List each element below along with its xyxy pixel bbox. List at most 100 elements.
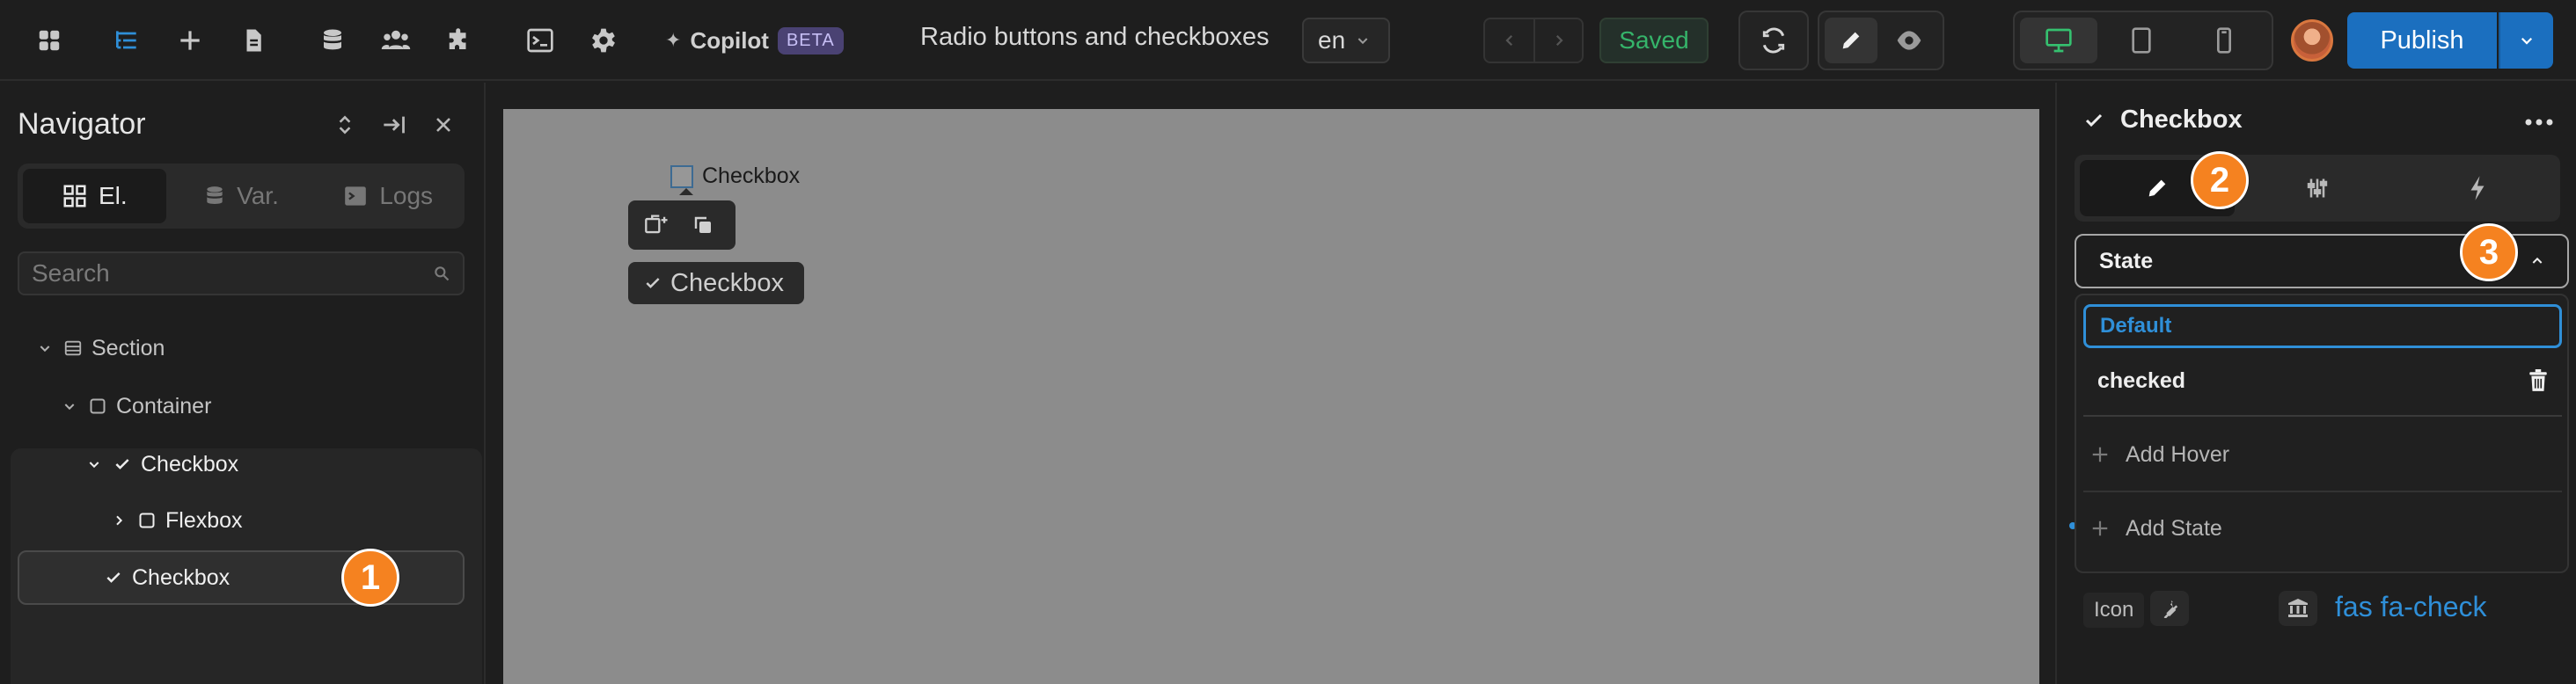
check-icon — [104, 568, 123, 587]
canvas-preview[interactable]: Checkbox Checkbox — [503, 109, 2039, 684]
top-toolbar: ✦ Copilot BETA Radio buttons and checkbo… — [0, 0, 2576, 81]
search-icon — [433, 265, 450, 282]
settings-gear-icon[interactable] — [581, 18, 626, 63]
state-dropdown: Default checked Add Hover Add State — [2075, 294, 2569, 573]
refresh-button[interactable] — [1738, 11, 1809, 70]
navigator-tabs: El. Var. Logs — [18, 164, 465, 229]
tree-item-label: Flexbox — [165, 507, 243, 533]
check-icon — [113, 455, 132, 474]
divider — [2083, 491, 2562, 492]
panel-tabs — [2075, 155, 2560, 222]
forward-arrow-icon[interactable] — [1533, 19, 1582, 62]
navigator-panel: Navigator El. Var. Logs Search Section C… — [0, 83, 486, 684]
tablet-icon[interactable] — [2103, 18, 2180, 63]
structure-tree-icon[interactable] — [104, 18, 150, 63]
element-title: Checkbox — [2120, 106, 2243, 134]
icon-library-icon[interactable] — [2279, 591, 2317, 626]
check-icon — [644, 274, 662, 292]
terminal-icon[interactable] — [517, 18, 563, 63]
desktop-icon[interactable] — [2020, 18, 2097, 63]
search-input[interactable]: Search — [18, 251, 465, 295]
search-placeholder: Search — [32, 259, 110, 287]
check-icon — [2083, 110, 2104, 131]
close-icon[interactable] — [428, 109, 459, 141]
element-tag-label: Checkbox — [670, 268, 784, 297]
page-icon[interactable] — [231, 18, 276, 63]
language-value: en — [1318, 26, 1346, 54]
database-icon[interactable] — [310, 18, 355, 63]
sliders-icon — [2305, 176, 2330, 200]
chevron-down-icon — [1356, 33, 1370, 47]
navigator-title: Navigator — [18, 107, 146, 141]
tree-item-flexbox[interactable]: Flexbox — [18, 496, 475, 545]
tab-variables[interactable]: Var. — [170, 169, 313, 223]
state-option-checked[interactable]: checked — [2083, 359, 2562, 403]
edit-pencil-icon[interactable] — [1825, 18, 1877, 63]
tree-item-label: Checkbox — [132, 564, 231, 590]
tree-item-container[interactable]: Container — [18, 382, 475, 431]
add-state-button[interactable]: Add State — [2090, 506, 2222, 550]
canvas-checkbox[interactable] — [670, 165, 693, 188]
back-arrow-icon[interactable] — [1485, 19, 1533, 62]
users-icon[interactable] — [373, 18, 419, 63]
divider — [2083, 415, 2562, 417]
mobile-icon[interactable] — [2185, 18, 2263, 63]
lightning-icon — [2467, 175, 2488, 201]
state-option-default[interactable]: Default — [2083, 304, 2562, 348]
icon-value[interactable]: fas fa-check — [2335, 591, 2487, 623]
step-badge-3: 3 — [2460, 223, 2518, 281]
add-element-icon[interactable] — [167, 18, 213, 63]
publish-button[interactable]: Publish — [2347, 12, 2497, 69]
grid-icon — [62, 183, 88, 209]
element-name-tag[interactable]: Checkbox — [628, 262, 804, 304]
terminal-icon — [342, 185, 369, 207]
square-icon — [137, 511, 157, 530]
square-icon — [88, 397, 107, 416]
trash-icon[interactable] — [2528, 369, 2548, 392]
panel-header: Checkbox — [2083, 106, 2243, 135]
tab-elements[interactable]: El. — [23, 169, 166, 223]
add-state-label: Add State — [2126, 515, 2222, 541]
add-hover-label: Add Hover — [2126, 441, 2230, 467]
copilot-button[interactable]: ✦ Copilot BETA — [665, 21, 844, 60]
user-avatar[interactable] — [2291, 19, 2333, 62]
tree-item-label: Container — [116, 393, 212, 418]
publish-options-button[interactable] — [2499, 12, 2553, 69]
dynamic-data-icon[interactable] — [2150, 591, 2189, 626]
chevron-down-icon[interactable] — [60, 397, 79, 416]
tab-settings[interactable] — [2240, 160, 2395, 216]
tab-logs-label: Logs — [379, 182, 434, 209]
chevron-down-icon — [2519, 33, 2535, 48]
state-option-label: checked — [2097, 367, 2186, 393]
chevron-down-icon[interactable] — [35, 338, 55, 358]
chevron-down-icon[interactable] — [84, 455, 104, 474]
preview-eye-icon[interactable] — [1883, 18, 1936, 63]
apps-grid-icon[interactable] — [26, 18, 72, 63]
tab-logs[interactable]: Logs — [316, 169, 459, 223]
properties-panel: Checkbox 2 State 3 Default checked Add H… — [2055, 83, 2576, 684]
chevron-right-icon[interactable] — [109, 511, 128, 530]
plus-icon — [2090, 519, 2110, 538]
language-select[interactable]: en — [1302, 18, 1390, 63]
dock-panel-icon[interactable] — [378, 109, 410, 141]
add-hover-button[interactable]: Add Hover — [2090, 433, 2229, 477]
step-badge-2: 2 — [2191, 151, 2249, 209]
wrap-element-icon[interactable] — [637, 207, 677, 243]
sparkle-icon: ✦ — [665, 29, 682, 51]
puzzle-icon[interactable] — [436, 18, 482, 63]
tree-item-section[interactable]: Section — [18, 324, 475, 373]
tree-item-label: Section — [91, 335, 165, 360]
expand-collapse-icon[interactable] — [329, 109, 361, 141]
saved-status: Saved — [1599, 18, 1709, 63]
step-badge-1: 1 — [341, 549, 399, 607]
element-quick-tools — [628, 200, 735, 250]
tree-item-checkbox-parent[interactable]: Checkbox — [18, 440, 475, 489]
tab-variables-label: Var. — [237, 182, 279, 209]
toolbar-pointer — [679, 188, 693, 195]
chevron-up-icon — [2530, 254, 2544, 268]
tab-interactions[interactable] — [2400, 160, 2555, 216]
more-options-icon[interactable] — [2521, 109, 2557, 135]
plus-icon — [2090, 445, 2110, 464]
tree-item-label: Checkbox — [141, 451, 239, 477]
duplicate-icon[interactable] — [683, 207, 723, 243]
